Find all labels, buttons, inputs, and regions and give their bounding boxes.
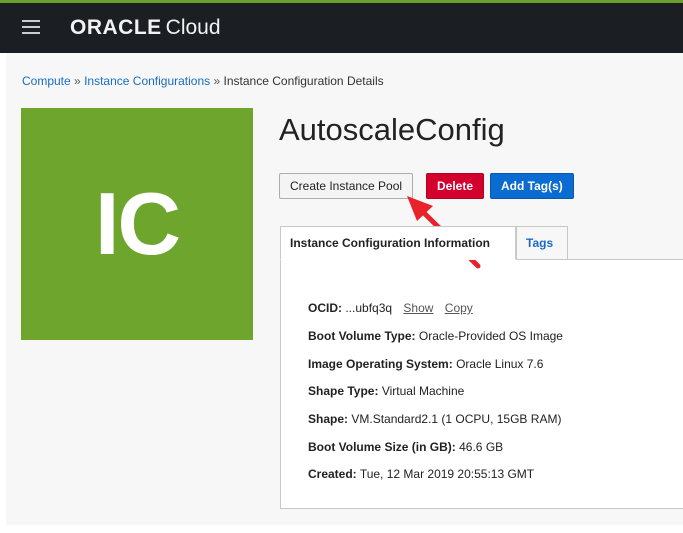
ocid-value: ...ubfq3q [345, 301, 393, 315]
breadcrumb-compute-link[interactable]: Compute [22, 74, 71, 88]
boot-volume-type-value: Oracle-Provided OS Image [418, 329, 563, 343]
resource-icon-tile: IC [21, 108, 253, 340]
ocid-label: OCID: [308, 301, 342, 315]
add-tags-button[interactable]: Add Tag(s) [490, 173, 574, 199]
brand-oracle-text: ORACLE [70, 16, 162, 39]
shape-value: VM.Standard2.1 (1 OCPU, 15GB RAM) [351, 412, 562, 426]
breadcrumb: Compute » Instance Configurations » Inst… [22, 74, 384, 88]
boot-volume-size-label: Boot Volume Size (in GB): [308, 440, 456, 454]
shape-label: Shape: [308, 412, 349, 426]
shape-type-row: Shape Type: Virtual Machine [308, 384, 464, 398]
boot-volume-type-label: Boot Volume Type: [308, 329, 416, 343]
create-instance-pool-button[interactable]: Create Instance Pool [279, 173, 414, 199]
hamburger-menu-icon[interactable] [22, 20, 40, 34]
tab-instance-configuration-information[interactable]: Instance Configuration Information [280, 226, 516, 260]
hamburger-line [22, 26, 40, 28]
hamburger-line [22, 20, 40, 22]
created-row: Created: Tue, 12 Mar 2019 20:55:13 GMT [308, 467, 534, 481]
oracle-cloud-logo[interactable]: ORACLE Cloud [70, 16, 221, 40]
top-navigation-bar: ORACLE Cloud [0, 0, 683, 53]
breadcrumb-instance-configurations-link[interactable]: Instance Configurations [84, 74, 210, 88]
breadcrumb-separator: » [74, 74, 81, 88]
shape-row: Shape: VM.Standard2.1 (1 OCPU, 15GB RAM) [308, 412, 561, 426]
breadcrumb-separator: » [213, 74, 221, 88]
ocid-row: OCID: ...ubfq3q Show Copy [308, 301, 473, 315]
boot-volume-size-value: 46.6 GB [459, 440, 504, 454]
delete-button[interactable]: Delete [426, 173, 485, 199]
main-content: Compute » Instance Configurations » Inst… [6, 53, 683, 525]
shape-type-label: Shape Type: [308, 384, 379, 398]
breadcrumb-current: Instance Configuration Details [223, 74, 384, 88]
boot-volume-type-row: Boot Volume Type: Oracle-Provided OS Ima… [308, 329, 563, 343]
boot-volume-size-row: Boot Volume Size (in GB): 46.6 GB [308, 440, 503, 454]
image-os-value: Oracle Linux 7.6 [456, 357, 544, 371]
created-label: Created: [308, 467, 357, 481]
page-title: AutoscaleConfig [279, 112, 505, 147]
ocid-copy-link[interactable]: Copy [445, 301, 473, 315]
shape-type-value: Virtual Machine [381, 384, 465, 398]
tab-tags[interactable]: Tags [516, 226, 568, 260]
image-os-row: Image Operating System: Oracle Linux 7.6 [308, 357, 543, 371]
brand-cloud-text: Cloud [165, 16, 221, 39]
hamburger-line [22, 32, 40, 34]
ocid-show-link[interactable]: Show [403, 301, 433, 315]
created-value: Tue, 12 Mar 2019 20:55:13 GMT [359, 467, 535, 481]
details-panel: OCID: ...ubfq3q Show Copy Boot Volume Ty… [280, 259, 683, 509]
image-os-label: Image Operating System: [308, 357, 453, 371]
